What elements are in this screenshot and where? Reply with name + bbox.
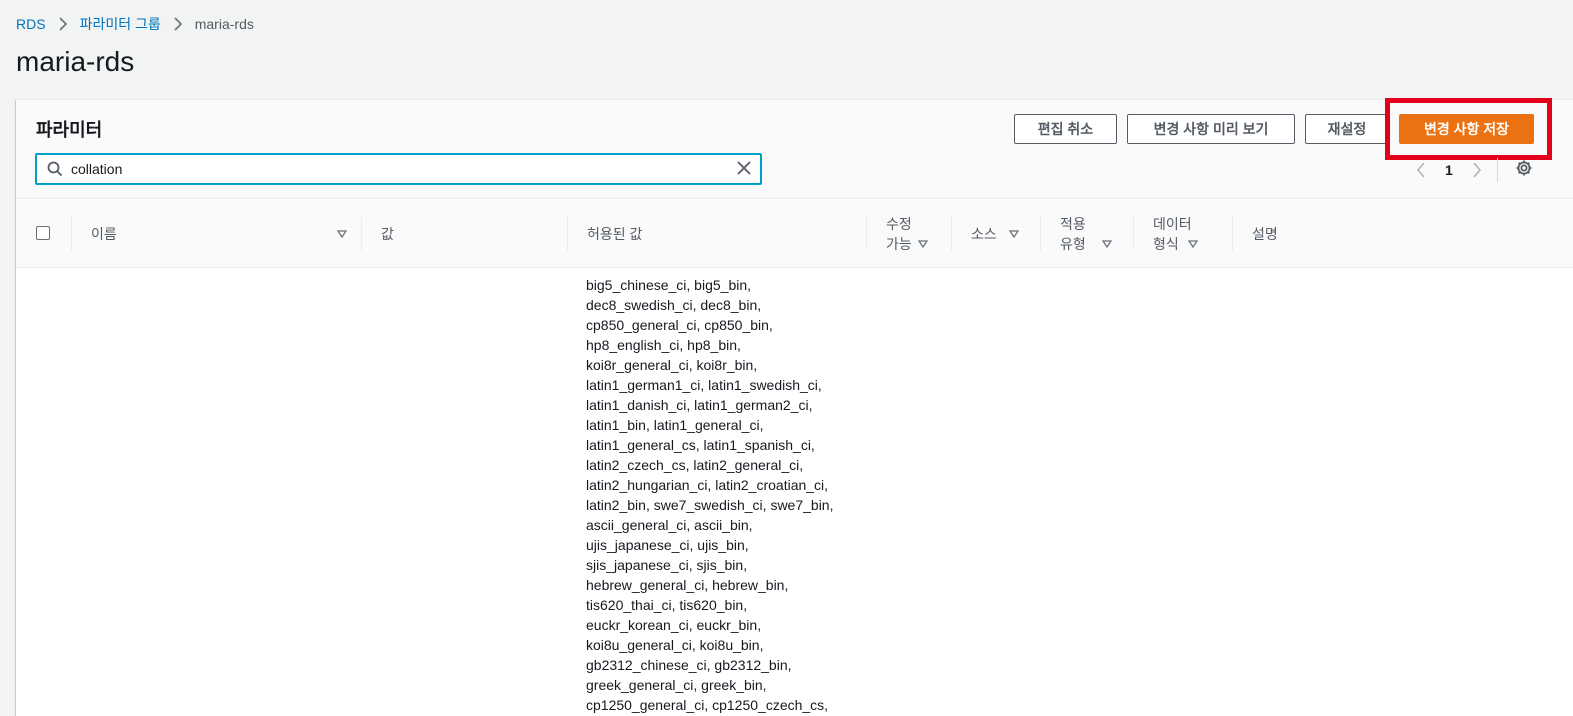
panel-title: 파라미터 — [36, 120, 103, 140]
table-header: 이름 값 허용된 값 수정 가능 소스 적용 유형 데이터 형식 설명 — [16, 200, 1573, 268]
allowed-value-line: latin2_czech_cs, latin2_general_ci, — [586, 457, 804, 473]
gear-icon[interactable] — [1515, 159, 1533, 177]
chevron-right-icon — [58, 17, 68, 31]
save-changes-button[interactable]: 변경 사항 저장 — [1399, 114, 1534, 144]
allowed-value-line: gb2312_chinese_ci, gb2312_bin, — [586, 657, 792, 673]
reset-button[interactable]: 재설정 — [1305, 114, 1389, 144]
page-number[interactable]: 1 — [1445, 162, 1453, 178]
close-icon[interactable] — [736, 160, 752, 176]
search-field[interactable] — [35, 153, 762, 185]
sort-caret-icon — [917, 240, 928, 248]
allowed-value-line: latin2_hungarian_ci, latin2_croatian_ci, — [586, 477, 829, 493]
allowed-value-line: euckr_korean_ci, euckr_bin, — [586, 617, 762, 633]
allowed-value-line: latin2_bin, swe7_swedish_ci, swe7_bin, — [586, 497, 834, 513]
allowed-value-line: tis620_thai_ci, tis620_bin, — [586, 597, 748, 613]
sort-caret-icon — [1187, 240, 1198, 248]
column-apply-type[interactable]: 적용 유형 — [1040, 200, 1133, 268]
cancel-edit-button[interactable]: 편집 취소 — [1014, 114, 1117, 144]
page-title: maria-rds — [16, 46, 135, 77]
allowed-value-line: greek_general_ci, greek_bin, — [586, 677, 767, 693]
chevron-right-icon — [173, 17, 183, 31]
pagination: 1 — [1413, 158, 1498, 182]
allowed-value-line: ascii_general_ci, ascii_bin, — [586, 517, 753, 533]
allowed-value-line: latin1_german1_ci, latin1_swedish_ci, — [586, 377, 822, 393]
column-source[interactable]: 소스 — [951, 200, 1040, 268]
allowed-value-line: koi8r_general_ci, koi8r_bin, — [586, 357, 758, 373]
select-all-checkbox[interactable] — [36, 226, 50, 240]
allowed-value-line: latin1_bin, latin1_general_ci, — [586, 417, 764, 433]
allowed-values-cell: big5_chinese_ci, big5_bin, dec8_swedish_… — [586, 275, 833, 715]
column-description[interactable]: 설명 — [1232, 200, 1532, 268]
allowed-value-line: latin1_general_cs, latin1_spanish_ci, — [586, 437, 815, 453]
breadcrumb-rds[interactable]: RDS — [16, 16, 46, 32]
breadcrumb-parameter-groups[interactable]: 파라미터 그룹 — [80, 14, 161, 34]
allowed-value-line: dec8_swedish_ci, dec8_bin, — [586, 297, 762, 313]
preview-changes-button[interactable]: 변경 사항 미리 보기 — [1127, 114, 1295, 144]
search-icon — [47, 161, 63, 177]
column-value[interactable]: 값 — [361, 200, 567, 268]
panel-header: 파라미터 편집 취소 변경 사항 미리 보기 재설정 변경 사항 저장 1 — [16, 98, 1573, 199]
chevron-left-icon[interactable] — [1413, 162, 1429, 178]
chevron-right-icon[interactable] — [1469, 162, 1485, 178]
allowed-value-line: latin1_danish_ci, latin1_german2_ci, — [586, 397, 813, 413]
allowed-value-line: hebrew_general_ci, hebrew_bin, — [586, 577, 789, 593]
breadcrumb-current: maria-rds — [194, 16, 254, 32]
parameters-panel: 파라미터 편집 취소 변경 사항 미리 보기 재설정 변경 사항 저장 1 — [16, 98, 1573, 716]
pagination-divider — [1496, 158, 1498, 182]
allowed-value-line: big5_chinese_ci, big5_bin, — [586, 277, 752, 293]
allowed-value-line: hp8_english_ci, hp8_bin, — [586, 337, 741, 353]
allowed-value-line: cp1250_general_ci, cp1250_czech_cs, — [586, 697, 829, 713]
column-allowed-values[interactable]: 허용된 값 — [567, 200, 866, 268]
column-modifiable[interactable]: 수정 가능 — [866, 200, 951, 268]
search-input[interactable] — [71, 159, 711, 179]
sort-caret-icon — [1008, 230, 1019, 238]
sort-caret-icon — [337, 230, 347, 238]
column-name[interactable]: 이름 — [71, 200, 361, 268]
allowed-value-line: koi8u_general_ci, koi8u_bin, — [586, 637, 764, 653]
column-data-type[interactable]: 데이터 형식 — [1133, 200, 1232, 268]
allowed-value-line: cp850_general_ci, cp850_bin, — [586, 317, 773, 333]
allowed-value-line: sjis_japanese_ci, sjis_bin, — [586, 557, 748, 573]
allowed-value-line: ujis_japanese_ci, ujis_bin, — [586, 537, 749, 553]
sort-caret-icon — [1101, 240, 1112, 248]
breadcrumb: RDS 파라미터 그룹 maria-rds — [16, 14, 254, 34]
